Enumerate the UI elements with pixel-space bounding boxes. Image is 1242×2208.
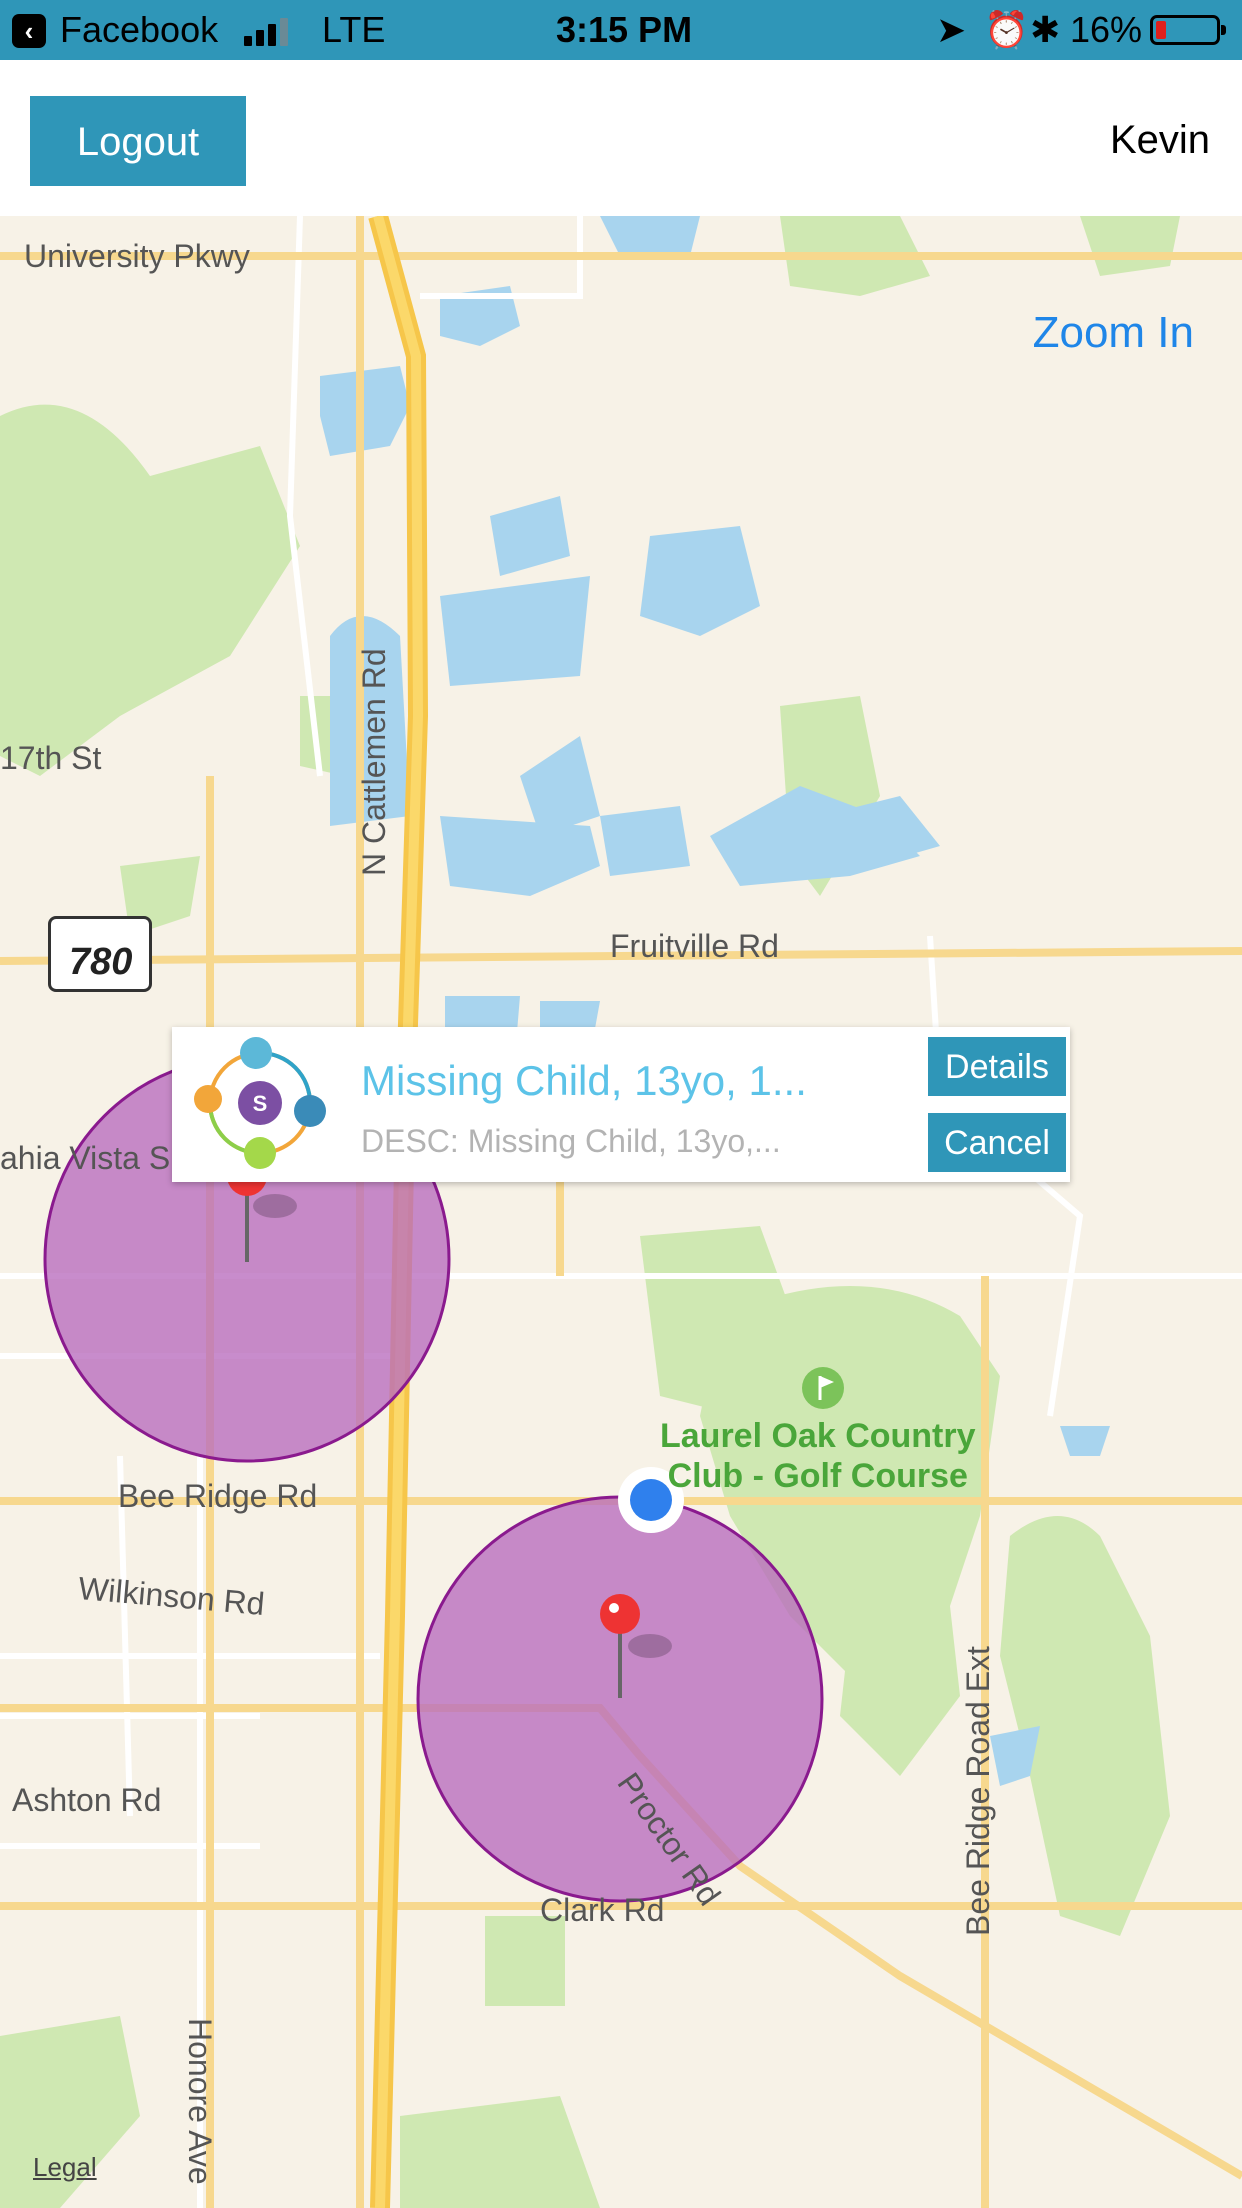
road-label: Fruitville Rd [610,928,779,964]
user-name: Kevin [1109,118,1210,162]
poi-label-line2: Club - Golf Course [667,1457,968,1495]
back-arrow-icon[interactable]: ‹ [12,14,46,48]
road-label: N Cattlemen Rd [356,648,392,876]
road-label: University Pkwy [24,238,250,274]
battery-percent: 16% [1070,9,1143,50]
app-header: Logout Kevin [0,60,1242,216]
poi-label-line1: Laurel Oak Country [660,1417,976,1455]
cancel-button[interactable]: Cancel [928,1113,1066,1172]
status-bar: ‹ Facebook LTE 3:15 PM ➤ ⏰ ✱ 16% [0,0,1242,60]
legal-link[interactable]: Legal [33,2152,97,2183]
bluetooth-icon: ✱ [1030,9,1061,50]
svg-text:S: S [253,1091,268,1116]
map-view[interactable]: University Pkwy N Cattlemen Rd 17th St F… [0,216,1242,2208]
route-shield-icon: 780 [48,916,152,992]
poi-label[interactable]: Laurel Oak Country Club - Golf Course [660,1416,976,1496]
golf-icon [802,1367,844,1409]
network-type: LTE [322,9,386,50]
app-logo-icon: S [194,1037,326,1169]
road-label: Clark Rd [540,1892,665,1928]
alert-description: DESC: Missing Child, 13yo,... [361,1123,781,1159]
zoom-in-button[interactable]: Zoom In [1033,308,1194,358]
road-label: Bee Ridge Rd [118,1478,318,1514]
road-label: 17th St [0,740,102,776]
cellular-signal-icon [244,18,292,46]
alert-title: Missing Child, 13yo, 1... [361,1057,807,1104]
location-arrow-icon: ➤ [936,9,967,50]
road-label: Honore Ave [182,2018,218,2185]
logout-button[interactable]: Logout [30,96,246,186]
alert-callout[interactable]: S Missing Child, 13yo, 1... DESC: Missin… [172,1027,1070,1182]
alarm-icon: ⏰ [984,9,1029,50]
road-label: Ashton Rd [12,1782,162,1818]
details-button[interactable]: Details [928,1037,1066,1096]
road-label: ahia Vista S [0,1140,171,1176]
battery-icon [1150,15,1226,45]
road-label: Bee Ridge Road Ext [960,1646,996,1936]
clock: 3:15 PM [556,9,693,50]
search-radius-circle [416,1495,824,1903]
route-number: 780 [69,941,133,983]
back-to-app-label[interactable]: Facebook [60,8,218,52]
